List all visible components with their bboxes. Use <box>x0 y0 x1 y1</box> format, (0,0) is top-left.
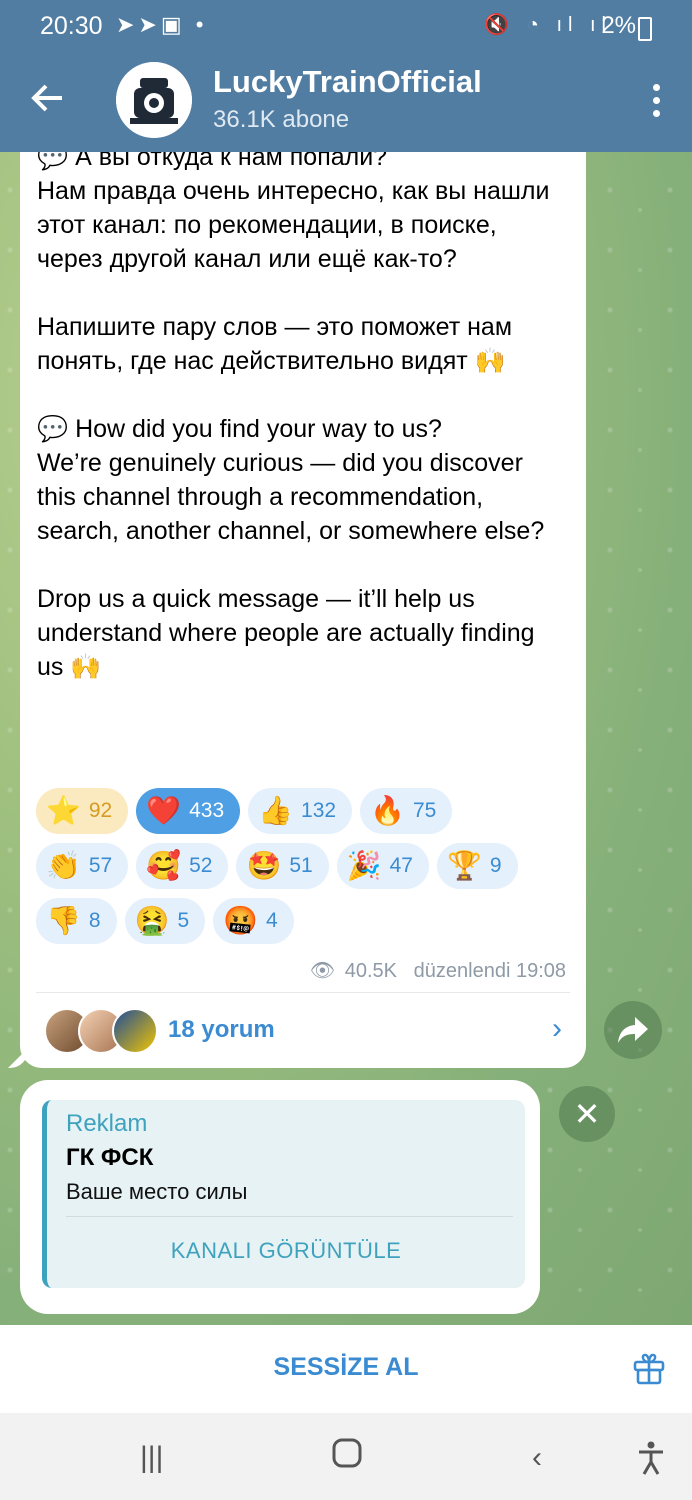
reaction-count: 52 <box>189 854 213 877</box>
reaction-count: 132 <box>301 799 337 822</box>
share-icon[interactable] <box>604 1001 662 1059</box>
close-icon[interactable]: ✕ <box>559 1086 615 1142</box>
views-icon: 👁 <box>309 960 336 982</box>
sponsored-name: ГК ФСК <box>66 1144 154 1171</box>
view-channel-button[interactable]: KANALI GÖRÜNTÜLE <box>47 1238 525 1264</box>
reaction-chip[interactable]: 👎 8 <box>36 898 117 944</box>
edited-time: düzenlendi 19:08 <box>413 960 566 982</box>
more-vertical-icon[interactable] <box>652 84 662 120</box>
reaction-count: 51 <box>289 854 313 877</box>
sponsored-description: Ваше место силы <box>66 1179 248 1204</box>
reaction-emoji: ❤️ <box>146 795 182 826</box>
reaction-chip[interactable]: 🤮 5 <box>124 898 206 944</box>
reaction-emoji: 🤬 <box>223 905 258 936</box>
reaction-emoji: 👏 <box>46 850 81 881</box>
reaction-row: 👏 57 🥰 52 🤩 51 🎉 47 🏆 9 <box>36 843 576 889</box>
reaction-count: 8 <box>88 909 101 932</box>
reaction-chip[interactable]: 👍 132 <box>248 788 353 834</box>
reaction-row: ⭐ 92 ❤️ 433 👍 132 🔥 75 <box>36 788 576 834</box>
reaction-emoji: 🥰 <box>146 850 182 881</box>
comments-button[interactable]: 18 yorum › <box>20 994 586 1066</box>
status-bar: 20:30 ➤➤▣ • 🔇 ◔ ıl ıl 2% <box>0 0 692 54</box>
battery-icon <box>638 17 652 41</box>
gift-icon[interactable] <box>632 1351 666 1385</box>
reaction-chip[interactable]: 🤩 51 <box>236 843 329 889</box>
bottom-bar: SESSİZE AL <box>0 1325 692 1413</box>
reaction-count: 5 <box>177 909 190 932</box>
back-arrow-icon[interactable] <box>30 80 70 120</box>
comments-label: 18 yorum <box>168 1016 275 1043</box>
reaction-count: 92 <box>88 799 113 822</box>
divider <box>36 992 570 993</box>
mute-button[interactable]: SESSİZE AL <box>0 1353 692 1382</box>
status-time: 20:30 <box>40 12 103 40</box>
reaction-emoji: 👍 <box>258 795 294 826</box>
chevron-right-icon: › <box>552 1012 562 1045</box>
channel-name[interactable]: LuckyTrainOfficial <box>213 64 482 100</box>
channel-post[interactable]: 💬 А вы откуда к нам попали? Нам правда о… <box>20 143 586 1068</box>
reaction-emoji: 👎 <box>46 905 81 936</box>
reaction-count: 433 <box>189 799 225 822</box>
reaction-chip[interactable]: 🏆 9 <box>436 843 518 889</box>
reaction-emoji: 🏆 <box>446 850 482 881</box>
reaction-count: 47 <box>389 854 413 877</box>
post-meta: 👁 40.5K düzenlendi 19:08 <box>310 958 566 983</box>
reaction-count: 9 <box>489 854 502 877</box>
reaction-chip[interactable]: ❤️ 433 <box>136 788 241 834</box>
recents-icon[interactable]: ||| <box>140 1441 163 1475</box>
channel-avatar[interactable] <box>116 62 192 138</box>
reaction-chip[interactable]: 👏 57 <box>36 843 129 889</box>
reactions: ⭐ 92 ❤️ 433 👍 132 🔥 75 👏 57 🥰 52 🤩 51 🎉 47 🏆 9 👎 8 🤮 5 🤬 4 <box>36 788 576 953</box>
reaction-emoji: 🤩 <box>246 850 282 881</box>
reaction-emoji: ⭐ <box>46 795 81 826</box>
reaction-emoji: 🎉 <box>346 850 382 881</box>
reaction-chip[interactable]: 🥰 52 <box>136 843 229 889</box>
sponsored-tag: Reklam <box>66 1110 148 1137</box>
divider <box>66 1216 513 1217</box>
back-nav-icon[interactable]: ‹ <box>532 1441 542 1475</box>
commenter-avatar <box>112 1008 158 1054</box>
reaction-count: 4 <box>266 909 278 932</box>
battery-level: 2% <box>601 12 636 39</box>
view-count: 40.5K <box>344 960 397 982</box>
sponsored-card: Reklam ГК ФСК Ваше место силы KANALI GÖR… <box>42 1100 525 1288</box>
reaction-row: 👎 8 🤮 5 🤬 4 <box>36 898 576 944</box>
reaction-count: 75 <box>412 799 437 822</box>
reaction-chip[interactable]: 🎉 47 <box>336 843 429 889</box>
reaction-emoji: 🔥 <box>370 795 405 826</box>
post-text: 💬 А вы откуда к нам попали? Нам правда о… <box>37 143 550 681</box>
subscriber-count: 36.1K abone <box>213 106 350 133</box>
reaction-count: 57 <box>88 854 113 877</box>
reaction-chip[interactable]: ⭐ 92 <box>36 788 129 834</box>
app-header: 20:30 ➤➤▣ • 🔇 ◔ ıl ıl 2% LuckyTrainOffic… <box>0 0 692 152</box>
signal-icons: 🔇 ◔ ıl ıl <box>484 14 612 36</box>
reaction-chip[interactable]: 🤬 4 <box>213 898 294 944</box>
reaction-emoji: 🤮 <box>134 905 170 936</box>
accessibility-icon[interactable] <box>636 1441 666 1483</box>
reaction-chip[interactable]: 🔥 75 <box>360 788 453 834</box>
system-nav-bar: ||| ‹ <box>0 1413 692 1500</box>
home-icon[interactable] <box>331 1437 363 1477</box>
sponsored-message[interactable]: Reklam ГК ФСК Ваше место силы KANALI GÖR… <box>20 1080 540 1314</box>
notification-icons: ➤➤▣ • <box>116 12 208 37</box>
